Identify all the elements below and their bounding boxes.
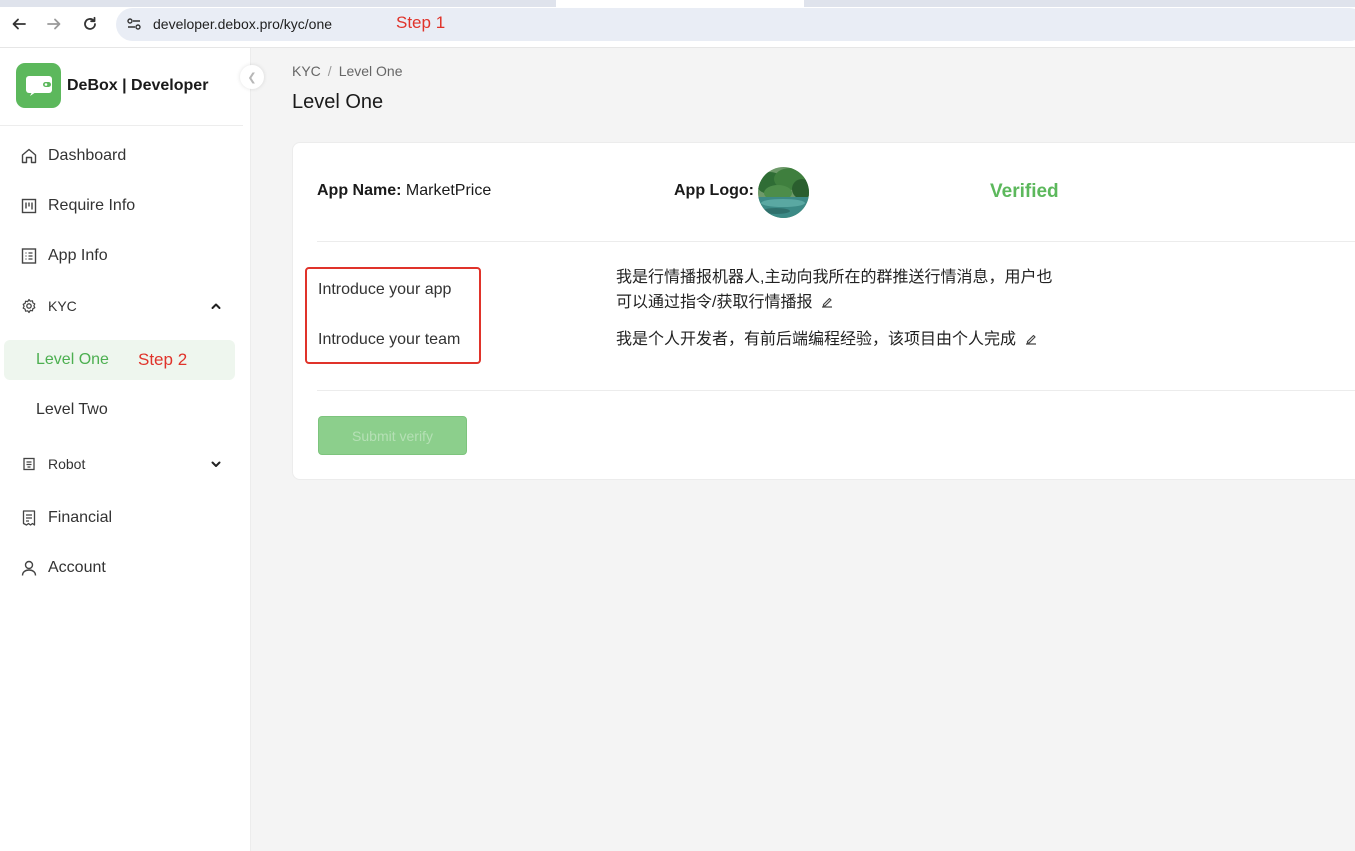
sidebar-subitem-level-one[interactable]: Level One Step 2 (4, 340, 235, 380)
reload-icon[interactable] (79, 13, 101, 35)
sidebar-subitem-label: Level Two (36, 401, 108, 418)
sidebar-item-label: Require Info (48, 197, 136, 214)
list-icon (20, 247, 38, 265)
introduce-team-value-text: 我是个人开发者，有前后端编程经验，该项目由个人完成 (616, 331, 1017, 348)
user-icon (20, 559, 38, 577)
sidebar-item-dashboard[interactable]: Dashboard (0, 136, 251, 176)
introduce-team-label: Introduce your team (318, 331, 461, 348)
verified-status: Verified (990, 181, 1059, 202)
app-name-value: MarketPrice (405, 182, 492, 199)
introduce-app-value-line2: 可以通过指令/获取行情播报 (616, 294, 813, 311)
page-title: Level One (292, 91, 384, 113)
receipt-icon (20, 509, 38, 527)
card-divider (317, 390, 1355, 391)
breadcrumb: KYC / Level One (292, 63, 403, 79)
app-logo-icon[interactable] (16, 63, 61, 108)
back-icon[interactable] (8, 13, 30, 35)
sidebar-item-label: KYC (48, 298, 77, 314)
gear-icon (20, 297, 38, 315)
introduce-app-value: 我是行情播报机器人,主动向我所在的群推送行情消息，用户也 可以通过指令/获取行情… (616, 265, 1052, 315)
sidebar-item-label: Dashboard (48, 147, 127, 164)
sidebar-item-label: Financial (48, 509, 113, 526)
url-text[interactable]: developer.debox.pro/kyc/one (153, 16, 332, 32)
app-logo-label: App Logo: (674, 182, 754, 199)
sidebar-item-kyc[interactable]: KYC (0, 286, 251, 326)
home-icon (20, 147, 38, 165)
chevron-up-icon (211, 303, 221, 309)
edit-icon[interactable] (820, 295, 834, 309)
robot-icon (20, 455, 38, 473)
sidebar: DeBox | Developer ❮ Dashboard Require In… (0, 48, 264, 851)
app-name-row: App Name: MarketPrice (317, 182, 491, 200)
app-logo-image (758, 167, 809, 218)
introduce-app-value-line1: 我是行情播报机器人,主动向我所在的群推送行情消息，用户也 (616, 269, 1053, 286)
tab-strip (0, 0, 1355, 7)
site-settings-icon[interactable] (126, 16, 142, 32)
introduce-app-value-line2-row: 可以通过指令/获取行情播报 (616, 290, 1052, 315)
step-2-annotation: Step 2 (138, 350, 188, 369)
sidebar-item-label: App Info (48, 247, 108, 264)
sidebar-item-require-info[interactable]: Require Info (0, 186, 251, 226)
step-1-annotation: Step 1 (396, 13, 446, 32)
sidebar-item-label: Account (48, 559, 106, 576)
sidebar-subitem-label: Level One (36, 351, 109, 368)
app-name-label: App Name: (317, 182, 402, 199)
brand-title: DeBox | Developer (67, 77, 209, 94)
collapse-sidebar-icon[interactable]: ❮ (240, 65, 264, 89)
submit-verify-button[interactable]: Submit verify (318, 416, 467, 455)
active-tab[interactable] (556, 0, 804, 7)
introduce-app-label: Introduce your app (318, 281, 452, 298)
breadcrumb-item-current: Level One (338, 63, 403, 79)
sidebar-item-app-info[interactable]: App Info (0, 236, 251, 276)
introduce-team-value: 我是个人开发者，有前后端编程经验，该项目由个人完成 (616, 327, 1038, 352)
sidebar-item-financial[interactable]: Financial (0, 498, 251, 538)
sidebar-subitem-level-two[interactable]: Level Two (4, 390, 235, 430)
forward-icon[interactable] (43, 13, 65, 35)
sidebar-item-label: Robot (48, 456, 86, 472)
card-divider (317, 241, 1355, 242)
edit-icon[interactable] (1024, 332, 1038, 346)
sidebar-item-account[interactable]: Account (0, 548, 251, 588)
board-icon (20, 197, 38, 215)
breadcrumb-item-kyc[interactable]: KYC (292, 63, 321, 79)
breadcrumb-separator: / (327, 63, 332, 79)
sidebar-divider (0, 125, 243, 126)
address-bar[interactable]: developer.debox.pro/kyc/one (116, 8, 1355, 41)
kyc-card: App Name: MarketPrice App Logo: Verified… (292, 142, 1355, 480)
sidebar-item-robot[interactable]: Robot (0, 444, 251, 484)
browser-toolbar: developer.debox.pro/kyc/one Step 1 (0, 0, 1355, 48)
chevron-down-icon (211, 461, 221, 467)
